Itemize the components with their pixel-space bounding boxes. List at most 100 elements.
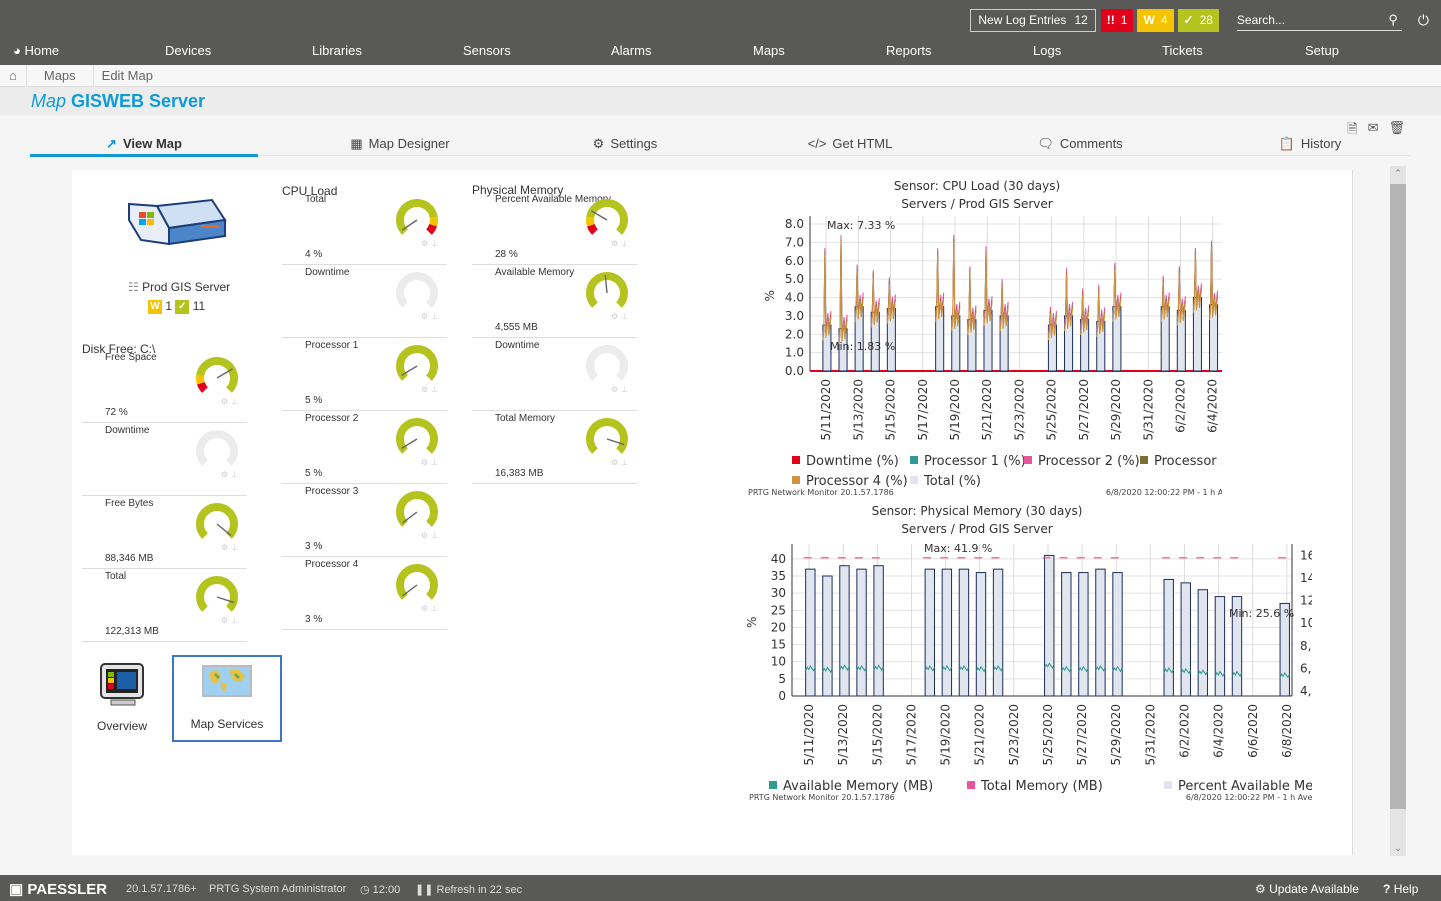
sensor-label: Free Space bbox=[105, 352, 157, 363]
nav-tickets[interactable]: Tickets bbox=[1162, 43, 1203, 58]
gear-icon[interactable]: ⚙ bbox=[611, 385, 618, 394]
pin-icon[interactable]: ⊥ bbox=[431, 312, 438, 321]
sensor-label: Downtime bbox=[495, 340, 540, 351]
pin-icon[interactable]: ⊥ bbox=[431, 604, 438, 613]
tab-history[interactable]: 📋 History bbox=[1265, 136, 1355, 156]
gear-icon[interactable]: ⚙ bbox=[421, 385, 428, 394]
physical-memory-chart[interactable]: Sensor: Physical Memory (30 days) Servers… bbox=[672, 500, 1312, 805]
sensor-gauge[interactable]: Downtime ⚙ ⊥ bbox=[82, 423, 247, 496]
pin-icon[interactable]: ⊥ bbox=[621, 385, 628, 394]
pin-icon[interactable]: ⊥ bbox=[231, 543, 238, 552]
vertical-scrollbar[interactable]: ⌃ ⌄ bbox=[1390, 166, 1406, 856]
sensor-gauge[interactable]: Percent Available Memory 28 % ⚙ ⊥ bbox=[472, 192, 637, 265]
tab-map-designer[interactable]: ▦ Map Designer bbox=[320, 136, 480, 156]
sensor-gauge[interactable]: Free Bytes 88,346 MB ⚙ ⊥ bbox=[82, 496, 247, 569]
device-group-icon: ☷ bbox=[128, 280, 139, 294]
alarm-down-badge[interactable]: !! 1 bbox=[1100, 8, 1134, 32]
nav-home[interactable]: ◕ Home bbox=[13, 43, 59, 58]
legend-label: Downtime (%) bbox=[806, 454, 899, 469]
update-available-link[interactable]: ⚙ Update Available bbox=[1255, 882, 1359, 896]
gear-icon[interactable]: ⚙ bbox=[421, 239, 428, 248]
tab-get-html[interactable]: </> Get HTML bbox=[795, 136, 905, 156]
gear-icon[interactable]: ⚙ bbox=[421, 604, 428, 613]
pin-icon[interactable]: ⊥ bbox=[621, 239, 628, 248]
percent-available-area bbox=[805, 568, 816, 697]
search-input[interactable]: Search... ⚲ bbox=[1236, 9, 1402, 31]
sensor-gauge[interactable]: Total 122,313 MB ⚙ ⊥ bbox=[82, 569, 247, 642]
min-annotation: Min: 1.83 % bbox=[830, 340, 895, 353]
gear-icon[interactable]: ⚙ bbox=[221, 470, 228, 479]
percent-available-area bbox=[992, 568, 1004, 697]
sensor-gauge[interactable]: Processor 3 3 % ⚙ ⊥ bbox=[282, 484, 447, 557]
overview-tile[interactable]: Overview bbox=[86, 662, 158, 733]
tab-settings[interactable]: ⚙ Settings bbox=[570, 136, 680, 156]
page-title: Map GISWEB Server bbox=[0, 87, 1441, 115]
search-icon[interactable]: ⚲ bbox=[1388, 9, 1398, 31]
gear-icon[interactable]: ⚙ bbox=[611, 239, 618, 248]
tab-view-map[interactable]: ↗ View Map bbox=[30, 136, 258, 157]
scroll-down-icon[interactable]: ⌄ bbox=[1390, 843, 1406, 854]
user-name[interactable]: PRTG System Administrator bbox=[209, 883, 346, 895]
x-tick-label: 5/27/2020 bbox=[1075, 704, 1089, 766]
new-log-entries-button[interactable]: New Log Entries 12 bbox=[970, 8, 1096, 32]
gear-icon[interactable]: ⚙ bbox=[221, 543, 228, 552]
pin-icon[interactable]: ⊥ bbox=[431, 385, 438, 394]
scrollbar-thumb[interactable] bbox=[1390, 184, 1406, 809]
gauge-arc bbox=[396, 564, 438, 600]
pin-icon[interactable]: ⊥ bbox=[231, 616, 238, 625]
y-tick-label: 25 bbox=[771, 603, 786, 617]
pin-icon[interactable]: ⊥ bbox=[431, 458, 438, 467]
nav-libraries[interactable]: Libraries bbox=[312, 43, 362, 58]
power-icon[interactable]: ⏻ bbox=[1418, 12, 1429, 29]
warning-badge[interactable]: W4 bbox=[1137, 8, 1174, 32]
map-services-tile[interactable]: Map Services bbox=[172, 655, 282, 742]
server-device-icon[interactable] bbox=[127, 198, 227, 248]
sensor-gauge[interactable]: Free Space 72 % ⚙ ⊥ bbox=[82, 350, 247, 423]
device-warning-count: 1 bbox=[165, 299, 173, 313]
sensor-gauge[interactable]: Processor 1 5 % ⚙ ⊥ bbox=[282, 338, 447, 411]
sensor-gauge[interactable]: Downtime ⚙ ⊥ bbox=[472, 338, 637, 411]
tab-comments[interactable]: 🗨 Comments bbox=[1025, 136, 1135, 156]
nav-alarms[interactable]: Alarms bbox=[611, 43, 651, 58]
legend-label: Processor 4 (%) bbox=[806, 474, 908, 489]
up-count: 28 bbox=[1199, 12, 1213, 27]
total-area bbox=[1176, 309, 1186, 372]
breadcrumb-edit-map[interactable]: Edit Map bbox=[94, 65, 161, 86]
pin-icon[interactable]: ⊥ bbox=[231, 470, 238, 479]
gear-icon[interactable]: ⚙ bbox=[421, 312, 428, 321]
sensor-gauge[interactable]: Downtime ⚙ ⊥ bbox=[282, 265, 447, 338]
breadcrumb-home-icon[interactable]: ⌂ bbox=[0, 65, 27, 86]
refresh-control[interactable]: ❚❚ Refresh in 22 sec bbox=[415, 883, 522, 896]
nav-sensors[interactable]: Sensors bbox=[463, 43, 511, 58]
help-link[interactable]: ? Help bbox=[1383, 882, 1418, 896]
pin-icon[interactable]: ⊥ bbox=[621, 312, 628, 321]
up-badge[interactable]: ✓ 28 bbox=[1177, 8, 1219, 32]
sensor-gauge[interactable]: Available Memory 4,555 MB ⚙ ⊥ bbox=[472, 265, 637, 338]
gear-icon[interactable]: ⚙ bbox=[611, 312, 618, 321]
nav-logs[interactable]: Logs bbox=[1033, 43, 1061, 58]
pin-icon[interactable]: ⊥ bbox=[431, 239, 438, 248]
device-name[interactable]: ☷ Prod GIS Server bbox=[128, 280, 230, 294]
paessler-logo[interactable]: ▣ PAESSLER bbox=[9, 880, 107, 898]
nav-devices[interactable]: Devices bbox=[165, 43, 211, 58]
nav-maps[interactable]: Maps bbox=[753, 43, 785, 58]
nav-setup[interactable]: Setup bbox=[1305, 43, 1339, 58]
sensor-gauge[interactable]: Processor 4 3 % ⚙ ⊥ bbox=[282, 557, 447, 630]
nav-reports[interactable]: Reports bbox=[886, 43, 932, 58]
gear-icon[interactable]: ⚙ bbox=[221, 616, 228, 625]
pin-icon[interactable]: ⊥ bbox=[431, 531, 438, 540]
breadcrumb-maps[interactable]: Maps bbox=[27, 65, 94, 86]
cpu-load-chart[interactable]: Sensor: CPU Load (30 days) Servers / Prod… bbox=[682, 175, 1222, 500]
scroll-up-icon[interactable]: ⌃ bbox=[1390, 168, 1406, 179]
gear-icon[interactable]: ⚙ bbox=[421, 458, 428, 467]
sensor-gauge[interactable]: Total Memory 16,383 MB ⚙ ⊥ bbox=[472, 411, 637, 484]
gear-icon[interactable]: ⚙ bbox=[611, 458, 618, 467]
sensor-value: 88,346 MB bbox=[105, 553, 154, 564]
x-tick-label: 5/29/2020 bbox=[1109, 379, 1123, 441]
pin-icon[interactable]: ⊥ bbox=[621, 458, 628, 467]
sensor-gauge[interactable]: Total 4 % ⚙ ⊥ bbox=[282, 192, 447, 265]
pin-icon[interactable]: ⊥ bbox=[231, 397, 238, 406]
sensor-gauge[interactable]: Processor 2 5 % ⚙ ⊥ bbox=[282, 411, 447, 484]
gear-icon[interactable]: ⚙ bbox=[221, 397, 228, 406]
gear-icon[interactable]: ⚙ bbox=[421, 531, 428, 540]
